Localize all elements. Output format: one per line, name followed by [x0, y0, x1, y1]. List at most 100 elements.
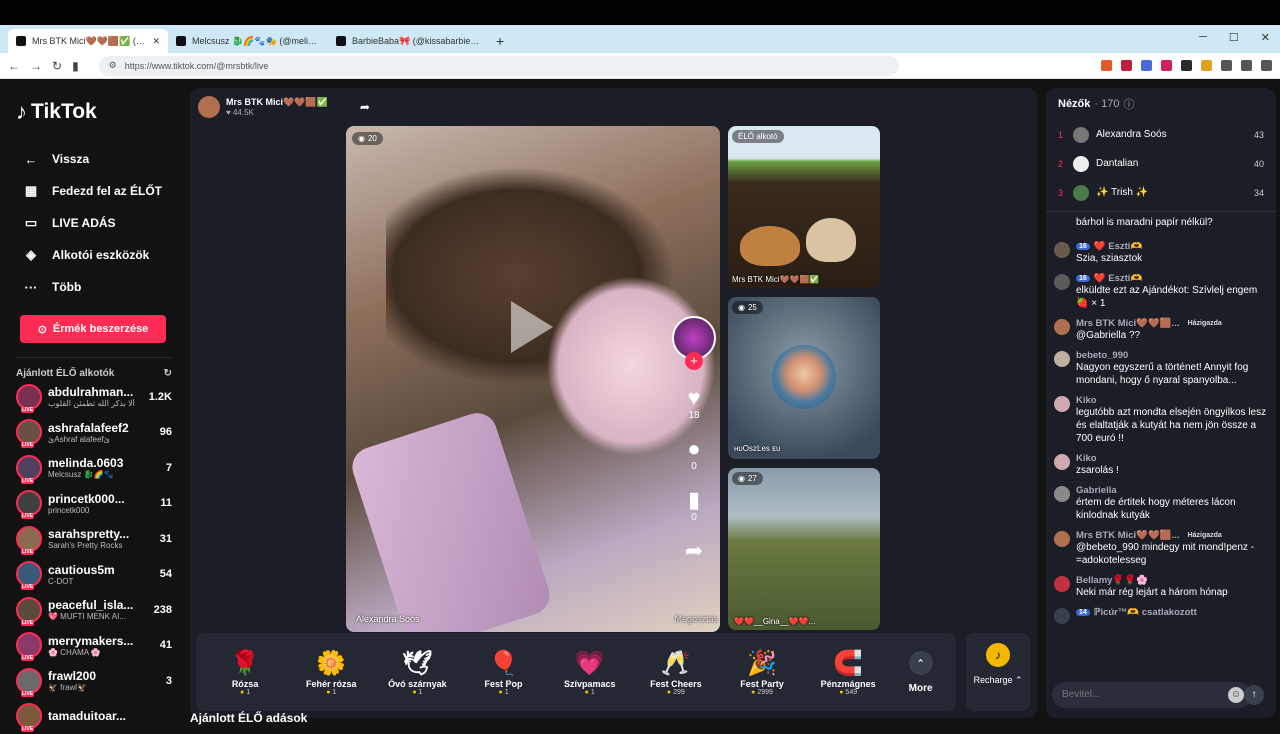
message-avatar[interactable]	[1054, 217, 1070, 233]
share-button[interactable]: ➦	[685, 539, 703, 563]
creator-item[interactable]: abdulrahman... ألا بذكر الله تطمئن القلو…	[16, 379, 172, 415]
message-user[interactable]: Mrs BTK Mici🤎🤎🟫... Házigazda	[1076, 530, 1268, 541]
chat-message: Bellamy🌹🌹🌸 Neki már rég lejárt a három h…	[1054, 575, 1268, 599]
gift-item[interactable]: 🌹 Rózsa 1	[202, 649, 288, 696]
message-avatar[interactable]	[1054, 608, 1070, 624]
top-viewer-item[interactable]: 2 Dantalian 40	[1046, 149, 1276, 178]
creator-item[interactable]: melinda.0603 Melcsusz 🐉🌈🐾 7	[16, 450, 172, 486]
send-icon[interactable]: ↑	[1244, 685, 1264, 705]
message-user[interactable]: Bellamy🌹🌹🌸	[1076, 575, 1268, 586]
back-icon[interactable]: ←	[8, 59, 20, 73]
site-info-icon[interactable]: ⚙	[109, 60, 117, 71]
host-info[interactable]: Mrs BTK Mici🤎🤎🟫✅ ♥ 44.5K ➦	[198, 96, 370, 118]
message-avatar[interactable]	[1054, 454, 1070, 470]
message-user[interactable]: 16 ❤️ Eszti🫶	[1076, 241, 1268, 252]
side-viewer-count: 25	[748, 303, 757, 312]
extension-icon[interactable]	[1161, 60, 1172, 71]
message-user[interactable]: Kiko	[1076, 453, 1268, 464]
gift-item[interactable]: 🥂 Fest Cheers 299	[633, 649, 719, 696]
live-video[interactable]: ◉20 Alexandra Soós + ♥18 ●0 ▮0 ➦ Megoszt…	[346, 126, 720, 632]
new-tab-button[interactable]: +	[488, 29, 512, 53]
browser-tab-active[interactable]: Mrs BTK Mici🤎🤎🟫✅ (@m ✕	[8, 29, 168, 53]
gift-item[interactable]: 🌼 Fehér rózsa 1	[288, 649, 374, 696]
message-user[interactable]: Gabriella	[1076, 485, 1268, 496]
nav-back[interactable]: ←Vissza	[16, 143, 172, 175]
more-gifts-button[interactable]: ⌃More	[891, 651, 950, 694]
message-avatar[interactable]	[1054, 396, 1070, 412]
nav-creator-tools[interactable]: ◈Alkotói eszközök	[16, 239, 172, 271]
forward-icon[interactable]: →	[30, 59, 42, 73]
creator-item[interactable]: frawl200 🦅 frawl🦅 3	[16, 663, 172, 699]
get-coins-button[interactable]: ⊙ Érmék beszerzése	[20, 315, 166, 343]
message-avatar[interactable]	[1054, 351, 1070, 367]
bookmark-icon[interactable]: ▮	[72, 59, 79, 73]
message-avatar[interactable]	[1054, 274, 1070, 290]
gift-item[interactable]: 💗 Szívpamacs 1	[547, 649, 633, 696]
message-user[interactable]: 16 ❤️ Eszti🫶	[1076, 273, 1268, 284]
chat-input[interactable]	[1052, 682, 1252, 708]
tiktok-logo[interactable]: ♪ TikTok	[16, 99, 172, 125]
viewers-header[interactable]: Nézők · 170 ⓘ	[1046, 88, 1276, 120]
nav-go-live[interactable]: ▭LIVE ADÁS	[16, 207, 172, 239]
creator-item[interactable]: tamaduitoar...	[16, 699, 172, 734]
close-tab-icon[interactable]: ✕	[152, 36, 160, 47]
info-icon[interactable]: ⓘ	[1123, 96, 1134, 112]
recharge-button[interactable]: ♪ Recharge ⌃	[966, 633, 1030, 711]
brave-shield-icon[interactable]	[1101, 60, 1112, 71]
comment-button[interactable]: ●0	[687, 437, 700, 472]
extension-icon[interactable]	[1201, 60, 1212, 71]
triangle-icon[interactable]	[1121, 60, 1132, 71]
play-icon[interactable]	[511, 301, 553, 353]
message-body: Kiko legutóbb azt mondta elsején öngyilk…	[1076, 395, 1268, 445]
side-stream[interactable]: ◉27 ❤️❤️__Gina__❤️❤️...	[728, 468, 880, 630]
browser-tab[interactable]: Melcsusz 🐉🌈🐾🎭 (@melinda	[168, 29, 328, 53]
message-avatar[interactable]	[1054, 486, 1070, 502]
creator-item[interactable]: merrymakers... 🌸 CHAMA 🌸 41	[16, 628, 172, 664]
follow-plus-button[interactable]: +	[685, 352, 703, 370]
message-avatar[interactable]	[1054, 576, 1070, 592]
save-button[interactable]: ▮0	[688, 488, 700, 523]
share-arrow-icon[interactable]: ➦	[360, 100, 370, 114]
minimize-icon[interactable]: ─	[1199, 31, 1207, 44]
message-user[interactable]: Mrs BTK Mici🤎🤎🟫... Házigazda	[1076, 318, 1268, 329]
creator-item[interactable]: princetk000... princetk000 11	[16, 486, 172, 522]
close-window-icon[interactable]: ✕	[1261, 31, 1270, 44]
reload-icon[interactable]: ↻	[52, 59, 62, 73]
message-user[interactable]: Kiko	[1076, 395, 1268, 406]
nav-explore-live[interactable]: ▦Fedezd fel az ÉLŐT	[16, 175, 172, 207]
puzzle-icon[interactable]	[1221, 60, 1232, 71]
side-stream[interactable]: ◉25 ʜᴜOszĿes ᴇᴜ	[728, 297, 880, 459]
calendar-icon: ▦	[22, 183, 40, 199]
emoji-icon[interactable]: ☺	[1228, 687, 1244, 703]
top-viewer-item[interactable]: 1 Alexandra Soós 43	[1046, 120, 1276, 149]
chat-message: 16 ❤️ Eszti🫶 elküldte ezt az Ajándékot: …	[1054, 273, 1268, 310]
message-avatar[interactable]	[1054, 319, 1070, 335]
gift-item[interactable]: 🎉 Fest Party 2999	[719, 649, 805, 696]
url-field[interactable]: ⚙ https://www.tiktok.com/@mrsbtk/live	[99, 56, 899, 76]
top-viewer-item[interactable]: 3 ✨ Trish ✨ 34	[1046, 178, 1276, 207]
message-avatar[interactable]	[1054, 242, 1070, 258]
download-icon[interactable]	[1241, 60, 1252, 71]
menu-icon[interactable]	[1261, 60, 1272, 71]
host-avatar[interactable]	[198, 96, 220, 118]
creator-item[interactable]: peaceful_isla... 💖 MUFTI MENK AI... 238	[16, 592, 172, 628]
creator-item[interactable]: ashrafalafeef2 ئAshraf alafeefئ 96	[16, 415, 172, 451]
nav-more[interactable]: ···Több	[16, 271, 172, 303]
maximize-icon[interactable]: ☐	[1229, 31, 1239, 44]
message-user[interactable]: 14 ℙicúr™🫶 csatlakozott	[1076, 607, 1268, 618]
message-body: bárhol is maradni papír nélkül?	[1076, 216, 1268, 233]
like-button[interactable]: ♥18	[687, 386, 700, 421]
extension-icon[interactable]	[1181, 60, 1192, 71]
message-user[interactable]: bebeto_990	[1076, 350, 1268, 361]
message-avatar[interactable]	[1054, 531, 1070, 547]
refresh-icon[interactable]: ↻	[164, 368, 172, 379]
gift-name: Óvó szárnyak	[374, 679, 460, 689]
translate-icon[interactable]	[1141, 60, 1152, 71]
browser-tab[interactable]: BarbieBaba🎀 (@kissabarbie) ÉLŐ ad	[328, 29, 488, 53]
creator-item[interactable]: cautious5m C-DOT 54	[16, 557, 172, 593]
gift-item[interactable]: 🕊 Óvó szárnyak 1	[374, 649, 460, 696]
creator-item[interactable]: sarahspretty... Sarah's Pretty Rocks 31	[16, 521, 172, 557]
side-stream[interactable]: ÉLŐ alkotó Mrs BTK Mici🤎🤎🟫✅	[728, 126, 880, 288]
gift-item[interactable]: 🎈 Fest Pop 1	[460, 649, 546, 696]
gift-item[interactable]: 🧲 Pénzmágnes 549	[805, 649, 891, 696]
